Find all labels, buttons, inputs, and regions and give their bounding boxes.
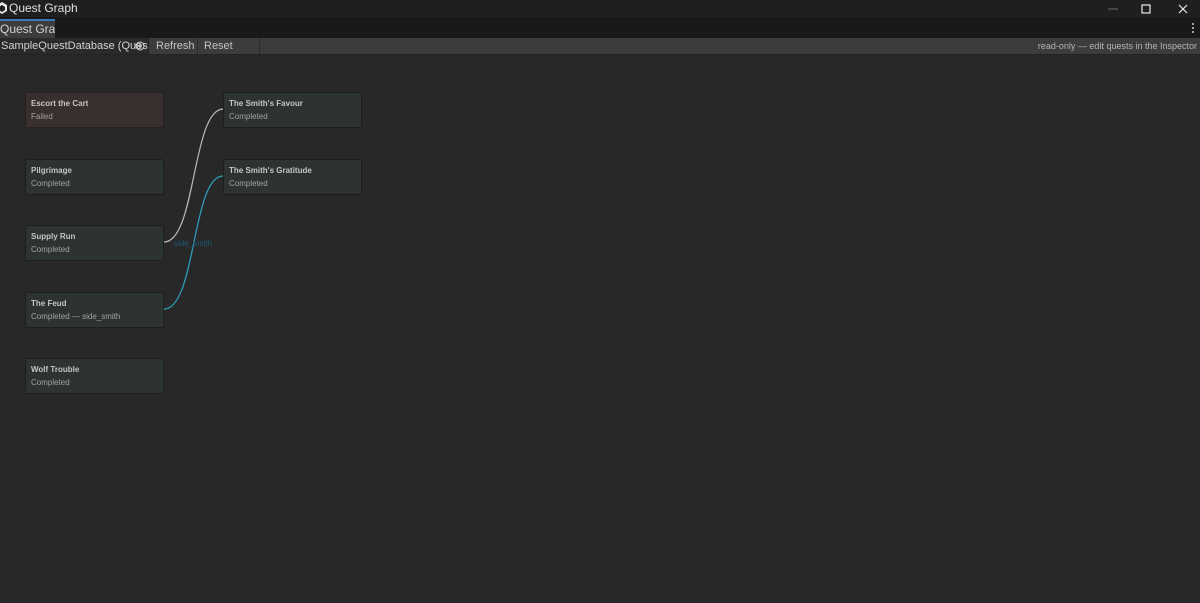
- node-title: Supply Run: [31, 232, 76, 241]
- node-status: Failed: [31, 112, 53, 121]
- edge-label: side_smith: [174, 239, 213, 248]
- node-status: Completed: [229, 112, 268, 121]
- node-status: Completed: [229, 179, 268, 188]
- quest-node-the-smiths-favour[interactable]: The Smith's Favour Completed: [223, 92, 362, 128]
- node-title: The Smith's Gratitude: [229, 166, 312, 175]
- quest-node-the-smiths-gratitude[interactable]: The Smith's Gratitude Completed: [223, 159, 362, 195]
- node-title: The Feud: [31, 299, 67, 308]
- quest-node-pilgrimage[interactable]: Pilgrimage Completed: [25, 159, 164, 195]
- quest-node-supply-run[interactable]: Supply Run Completed: [25, 225, 164, 261]
- graph-edges: [163, 108, 224, 310]
- quest-node-the-feud[interactable]: The Feud Completed — side_smith: [25, 292, 164, 328]
- quest-node-escort-the-cart[interactable]: Escort the Cart Failed: [25, 92, 164, 128]
- quest-node-wolf-trouble[interactable]: Wolf Trouble Completed: [25, 358, 164, 394]
- node-title: Escort the Cart: [31, 99, 89, 108]
- node-status: Completed: [31, 378, 70, 387]
- node-status: Completed — side_smith: [31, 312, 121, 321]
- node-status: Completed: [31, 245, 70, 254]
- node-title: The Smith's Favour: [229, 99, 303, 108]
- node-title: Wolf Trouble: [31, 365, 80, 374]
- edge-supply-run-to-smiths-favour: [163, 108, 224, 243]
- node-title: Pilgrimage: [31, 166, 72, 175]
- node-status: Completed: [31, 179, 70, 188]
